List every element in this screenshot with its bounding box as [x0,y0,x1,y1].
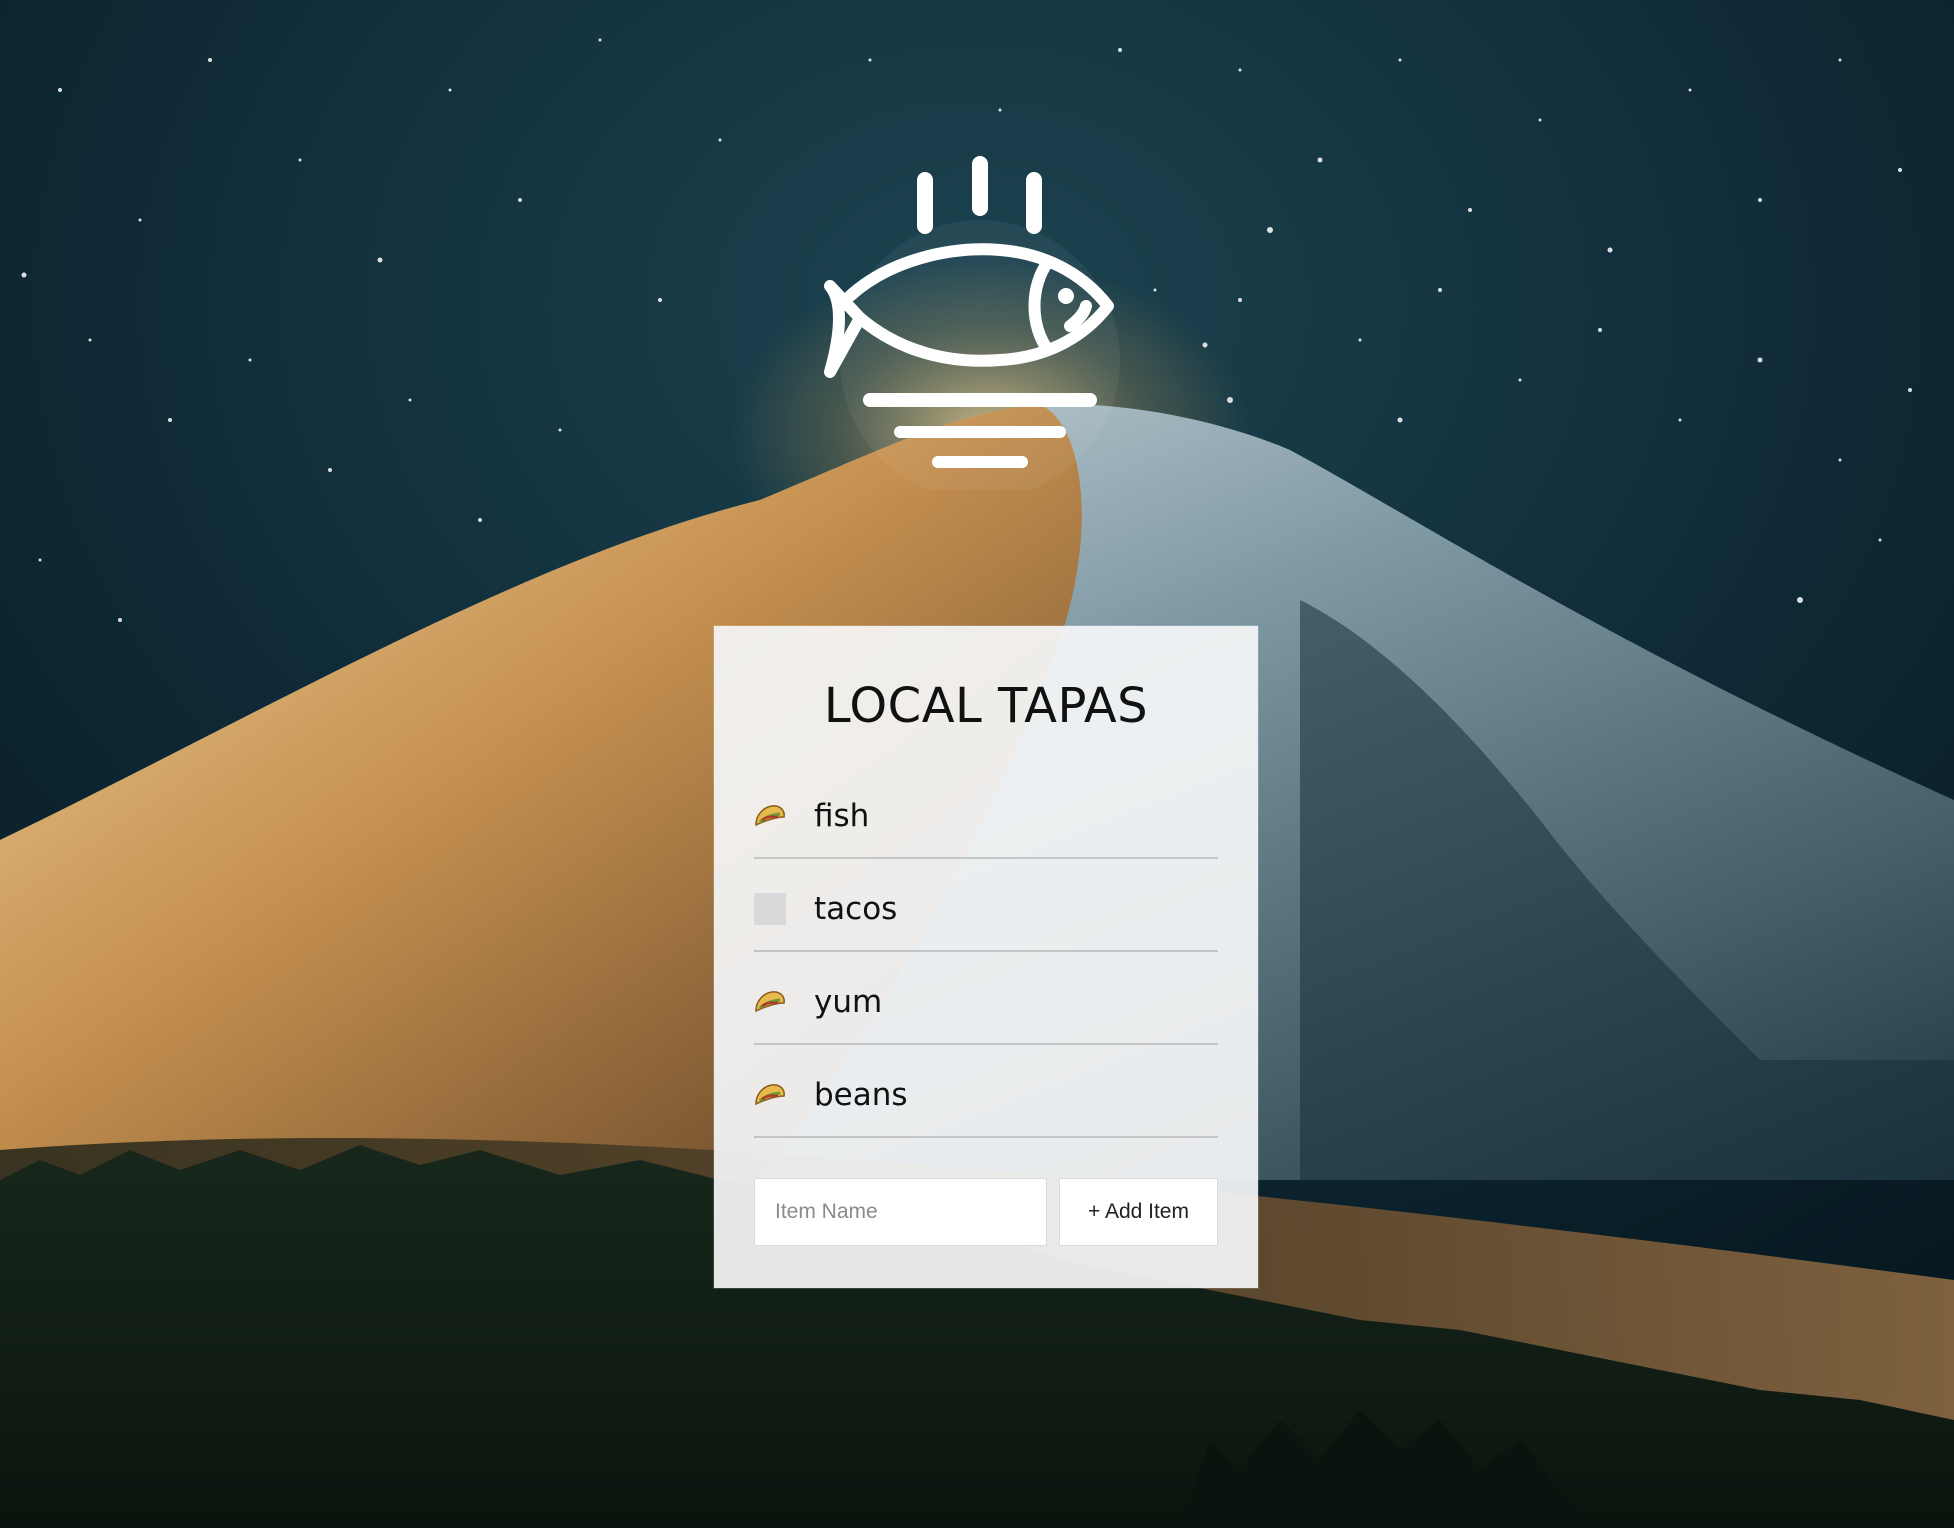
fish-on-plate-icon [790,150,1170,500]
page-title: LOCAL TAPAS [823,678,1149,734]
list-item-label: yum [814,983,883,1020]
add-item-form: + Add Item [754,1178,1218,1246]
checkbox[interactable] [754,892,786,925]
list-item[interactable]: fish [754,766,1218,859]
list-item[interactable]: tacos [754,859,1218,952]
list-item[interactable]: beans [754,1045,1218,1138]
taco-icon[interactable] [754,1079,786,1111]
list-item[interactable]: yum [754,952,1218,1045]
taco-icon[interactable] [754,800,786,832]
list-item-label: beans [814,1076,908,1113]
item-name-input[interactable] [754,1178,1047,1246]
tapas-list: fish tacos yum beans [754,766,1218,1138]
list-item-label: fish [814,797,870,834]
taco-icon[interactable] [754,986,786,1018]
add-item-button[interactable]: + Add Item [1059,1178,1218,1246]
tapas-list-card: LOCAL TAPAS fish tacos yum beans Item Na… [714,626,1258,1288]
list-item-label: tacos [814,890,898,927]
